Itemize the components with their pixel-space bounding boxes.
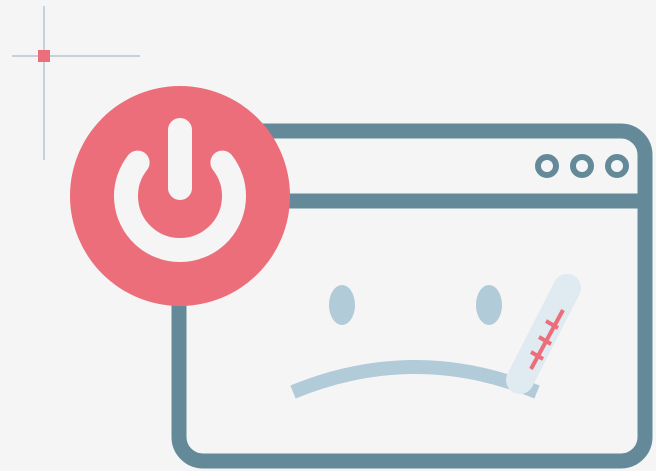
offline-illustration bbox=[0, 0, 656, 471]
right-eye bbox=[476, 285, 502, 325]
power-icon bbox=[70, 86, 290, 306]
offline-illustration-svg bbox=[12, 6, 653, 469]
left-eye bbox=[329, 285, 355, 325]
